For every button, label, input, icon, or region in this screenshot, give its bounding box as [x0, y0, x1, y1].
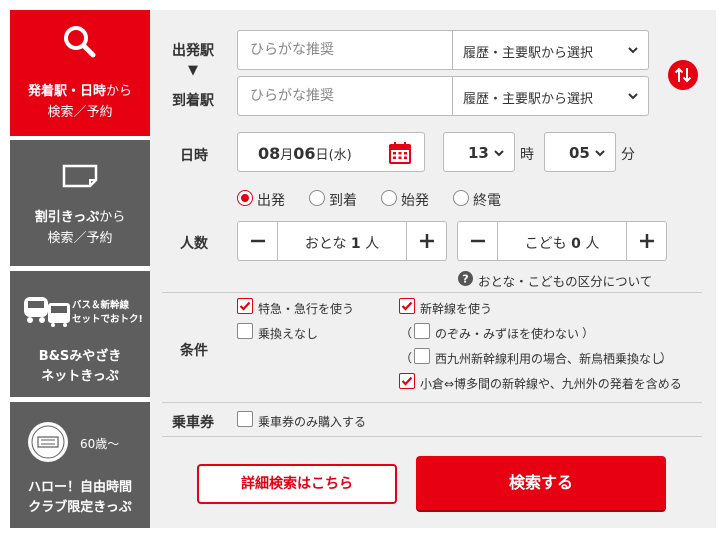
tab-label: クラブ限定きっぷ [28, 500, 132, 515]
adult-minus-button[interactable] [238, 222, 278, 260]
ticket-icon [62, 164, 98, 188]
help-icon[interactable]: ? [458, 271, 473, 286]
check-icon [239, 301, 251, 311]
sidebar-tab-bus-shinkansen[interactable]: バス＆新幹線 セットでおトク! B&Sみやざき ネットきっぷ [10, 271, 150, 397]
chevron-down-icon [494, 150, 504, 157]
sidebar-tab-hello-club[interactable]: 60歳〜 ハロー！自由時間 クラブ限定きっぷ [10, 402, 150, 528]
kokura-label: 小倉⇔博多間の新幹線や、九州外の発着を含める [420, 377, 682, 391]
tab-label: 割引きっぷから [34, 210, 126, 225]
svg-text:?: ? [462, 273, 468, 286]
minus-icon [471, 239, 485, 243]
nishi-kyushu-label: 西九州新幹線利用の場合、新鳥栖乗換なし [435, 352, 664, 366]
tab-sublabel: 検索／予約 [47, 105, 113, 120]
chevron-down-icon [595, 150, 605, 157]
tab-label: ハロー！自由時間 [27, 480, 132, 495]
chevron-down-icon [628, 93, 638, 100]
chevron-down-icon [628, 47, 638, 54]
datetime-label: 日時 [180, 148, 208, 164]
search-form: 出発駅 ▼ 到着駅 履歴・主要駅から選択 履歴・主要駅から選択 日時 08月06… [150, 10, 716, 528]
shinkansen-checkbox[interactable] [399, 298, 415, 314]
swap-arrows-icon [674, 67, 692, 83]
minus-icon [251, 239, 265, 243]
conditions-label: 条件 [180, 343, 208, 359]
departure-station-label: 出発駅 [172, 43, 214, 59]
minute-select[interactable]: 05 [544, 132, 616, 172]
kokura-checkbox[interactable] [399, 373, 415, 389]
passengers-label: 人数 [180, 236, 208, 252]
sidebar-tab-station-datetime[interactable]: 発着駅・日時から 検索／予約 [10, 10, 160, 136]
adult-counter: おとな 1 人 [237, 221, 447, 261]
radio-label: 出発 [257, 193, 285, 209]
express-label: 特急・急行を使う [258, 302, 355, 316]
hello-club-logo-icon [28, 422, 68, 462]
paren-open: （ [400, 326, 413, 340]
date-value: 08月06日(水) [258, 144, 352, 163]
hour-unit: 時 [520, 147, 534, 163]
hour-value: 13 [468, 144, 489, 162]
divider [162, 292, 702, 293]
arrival-station-label: 到着駅 [172, 93, 214, 109]
radio-first-train[interactable] [381, 190, 397, 206]
arrival-station-input[interactable] [237, 76, 453, 116]
tab-badge: バス＆新幹線 [72, 300, 130, 311]
departure-history-select[interactable]: 履歴・主要駅から選択 [453, 30, 649, 70]
no-nozomi-label: のぞみ・みずほを使わない [435, 327, 580, 341]
swap-stations-button[interactable] [668, 60, 698, 90]
search-icon [64, 26, 96, 58]
shinkansen-label: 新幹線を使う [420, 302, 493, 316]
radio-label: 始発 [401, 193, 429, 209]
sidebar-tab-discount[interactable]: 割引きっぷから 検索／予約 [10, 140, 150, 266]
no-transfer-checkbox[interactable] [237, 323, 253, 339]
bus-train-icon [24, 297, 70, 327]
radio-label: 到着 [329, 193, 357, 209]
plus-icon [640, 234, 654, 248]
arrow-down-label: ▼ [188, 63, 198, 78]
tab-sublabel: 検索／予約 [47, 231, 113, 246]
ticket-only-checkbox[interactable] [237, 411, 253, 427]
ticket-label: 乗車券 [172, 415, 214, 431]
child-counter: こども 0 人 [457, 221, 667, 261]
tab-label: B&Sみやざき [38, 349, 122, 364]
radio-label: 終電 [473, 193, 501, 209]
express-checkbox[interactable] [237, 298, 253, 314]
ticket-only-label: 乗車券のみ購入する [258, 415, 367, 429]
paren-close: ） [582, 326, 595, 340]
select-label: 履歴・主要駅から選択 [463, 46, 594, 61]
search-button[interactable]: 検索する [416, 456, 666, 510]
radio-last-train[interactable] [453, 190, 469, 206]
child-count-text: こども 0 人 [524, 236, 600, 252]
minute-value: 05 [569, 144, 590, 162]
hour-select[interactable]: 13 [443, 132, 515, 172]
tab-age-label: 60歳〜 [80, 437, 120, 451]
paren-close: ） [660, 351, 673, 365]
radio-arrival[interactable] [309, 190, 325, 206]
date-picker[interactable]: 08月06日(水) [237, 132, 425, 172]
calendar-icon [389, 142, 411, 164]
tab-badge: セットでおトク! [72, 314, 143, 325]
plus-icon [420, 234, 434, 248]
detail-search-button[interactable]: 詳細検索はこちら [197, 464, 397, 504]
paren-open: （ [400, 351, 413, 365]
child-minus-button[interactable] [458, 222, 498, 260]
arrival-history-select[interactable]: 履歴・主要駅から選択 [453, 76, 649, 116]
divider [162, 436, 702, 437]
tab-label: ネットきっぷ [41, 369, 119, 384]
check-icon [401, 376, 413, 386]
no-transfer-label: 乗換えなし [258, 327, 319, 341]
child-plus-button[interactable] [626, 222, 666, 260]
check-icon [401, 301, 413, 311]
adult-count-text: おとな 1 人 [304, 236, 380, 252]
nishi-kyushu-checkbox[interactable] [414, 348, 430, 364]
minute-unit: 分 [621, 147, 635, 163]
select-label: 履歴・主要駅から選択 [463, 92, 594, 107]
no-nozomi-checkbox[interactable] [414, 323, 430, 339]
divider [162, 402, 702, 403]
adult-plus-button[interactable] [406, 222, 446, 260]
tab-label: 発着駅・日時から [27, 84, 133, 99]
departure-station-input[interactable] [237, 30, 453, 70]
passenger-category-link[interactable]: おとな・こどもの区分について [478, 271, 652, 290]
radio-departure[interactable] [237, 190, 253, 206]
